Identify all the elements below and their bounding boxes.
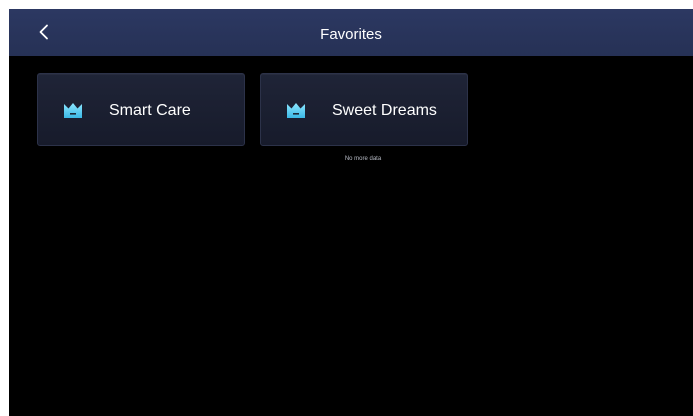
favorite-card-label: Sweet Dreams xyxy=(332,102,437,119)
app-screen: Favorites Smart Care Sweet Dreams No mor… xyxy=(9,9,693,416)
page-title: Favorites xyxy=(320,26,382,43)
back-button[interactable] xyxy=(29,17,59,47)
crown-icon xyxy=(64,103,82,118)
crown-icon xyxy=(287,103,305,118)
favorite-card-sweet-dreams[interactable]: Sweet Dreams xyxy=(260,73,468,146)
list-end-message: No more data xyxy=(344,156,382,162)
chevron-left-icon xyxy=(39,24,48,40)
top-bar: Favorites xyxy=(9,9,693,56)
favorite-card-label: Smart Care xyxy=(109,102,191,119)
favorite-card-smart-care[interactable]: Smart Care xyxy=(37,73,245,146)
